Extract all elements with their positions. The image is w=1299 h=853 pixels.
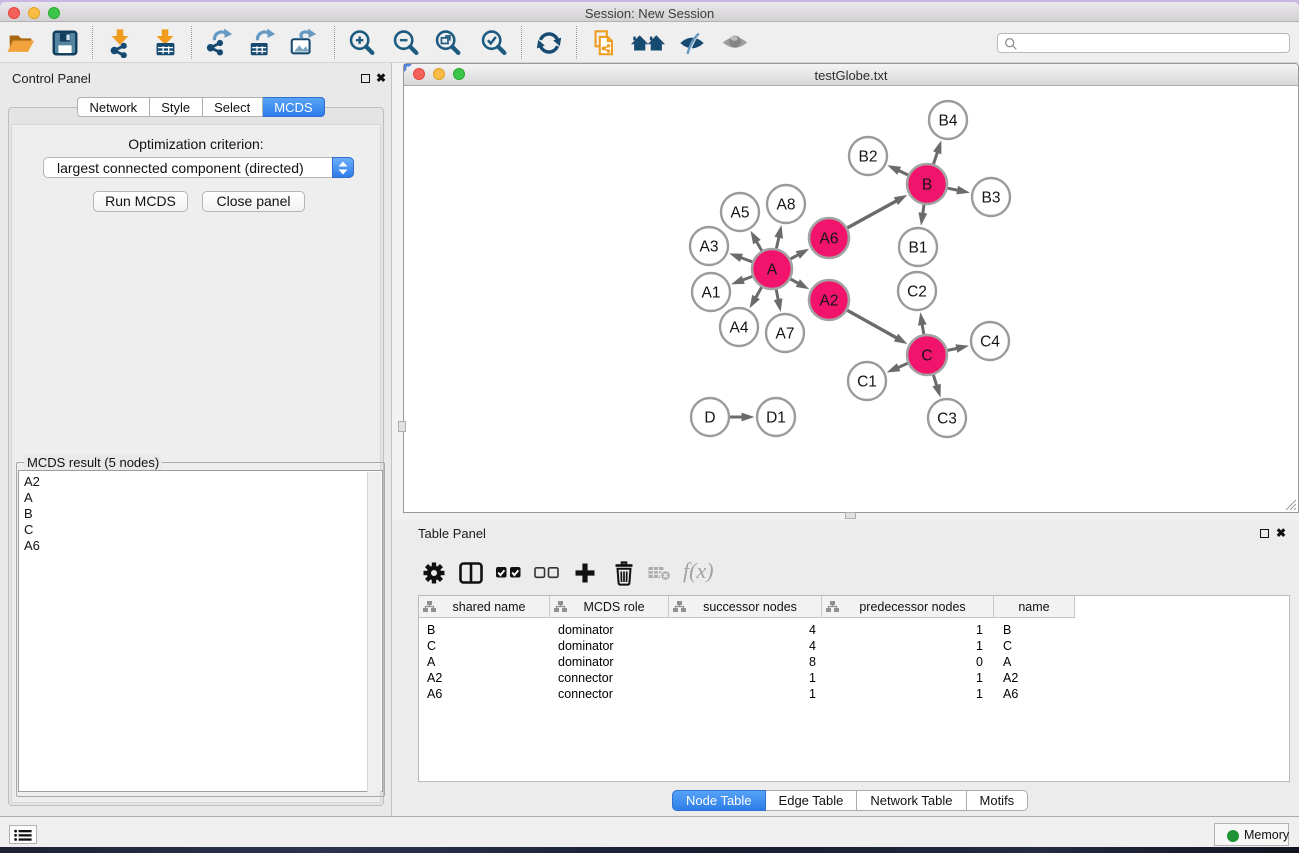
svg-text:C2: C2: [907, 283, 927, 300]
svg-text:C: C: [921, 347, 932, 364]
svg-text:C1: C1: [857, 373, 877, 390]
svg-text:B3: B3: [982, 189, 1001, 206]
svg-text:C3: C3: [937, 410, 957, 427]
svg-text:A8: A8: [777, 196, 796, 213]
svg-text:A5: A5: [731, 204, 750, 221]
svg-text:C4: C4: [980, 333, 1000, 350]
svg-text:B4: B4: [939, 112, 958, 129]
svg-text:A2: A2: [820, 292, 839, 309]
svg-text:D: D: [704, 409, 715, 426]
svg-text:A4: A4: [730, 319, 749, 336]
svg-text:A1: A1: [702, 284, 721, 301]
svg-text:A7: A7: [776, 325, 795, 342]
svg-text:B1: B1: [909, 239, 928, 256]
svg-text:D1: D1: [766, 409, 786, 426]
svg-text:A3: A3: [700, 238, 719, 255]
svg-text:A: A: [767, 261, 778, 278]
svg-text:A6: A6: [820, 230, 839, 247]
svg-text:B: B: [922, 176, 932, 193]
svg-text:B2: B2: [859, 148, 878, 165]
